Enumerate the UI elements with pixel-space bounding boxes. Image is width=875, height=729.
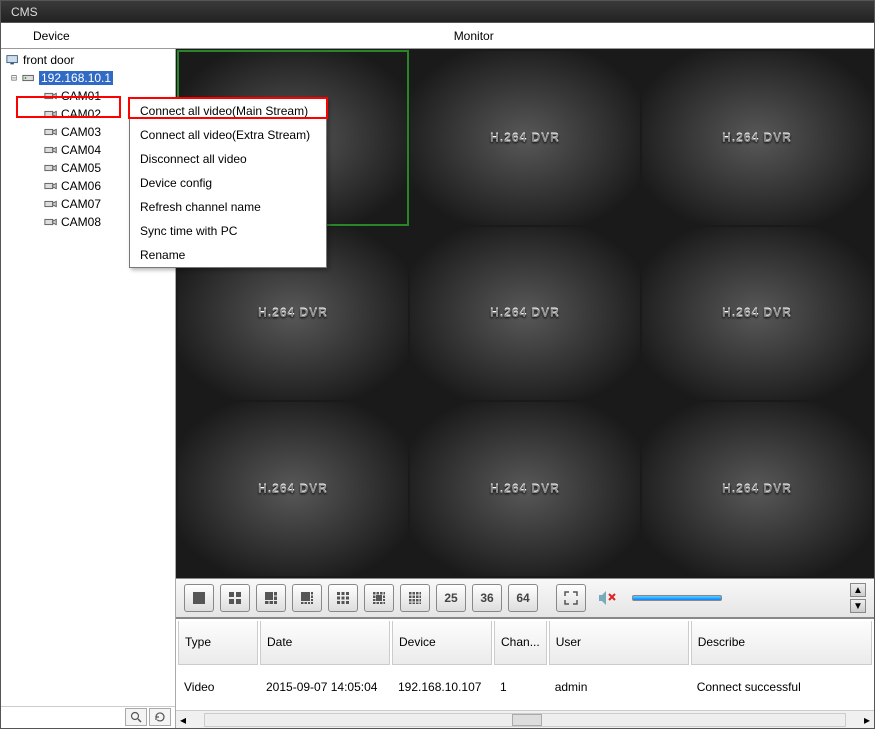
scroll-arrows: ▲ ▼: [850, 583, 866, 613]
col-type[interactable]: Type: [178, 621, 258, 665]
video-cell[interactable]: H.264 DVR: [410, 227, 640, 401]
scroll-down-button[interactable]: ▼: [850, 599, 866, 613]
fullscreen-button[interactable]: [556, 584, 586, 612]
col-describe[interactable]: Describe: [691, 621, 872, 665]
layout-36-button[interactable]: 36: [472, 584, 502, 612]
titlebar: CMS: [1, 1, 874, 23]
monitor-icon: [5, 53, 21, 67]
search-button[interactable]: [125, 708, 147, 726]
camera-icon: [43, 125, 59, 139]
main-area: front door ⊟ 192.168.10.1 CAM01 CAM02 CAM0…: [1, 49, 874, 728]
video-cell[interactable]: H.264 DVR: [178, 402, 408, 576]
layout-toolbar: 25 36 64 ▲ ▼: [176, 578, 874, 618]
window-title: CMS: [11, 5, 38, 19]
layout-9-button[interactable]: [328, 584, 358, 612]
video-cell[interactable]: H.264 DVR: [642, 227, 872, 401]
layout-6-button[interactable]: [256, 584, 286, 612]
col-date[interactable]: Date: [260, 621, 390, 665]
context-menu-item[interactable]: Disconnect all video: [130, 147, 326, 171]
tree-ip-label: 192.168.10.1: [39, 71, 113, 85]
sidebar-toolbar: [1, 706, 175, 728]
log-panel: Type Date Device Chan... User Describe V…: [176, 618, 874, 728]
context-menu: Connect all video(Main Stream)Connect al…: [129, 98, 327, 268]
log-row[interactable]: Video 2015-09-07 14:05:04 192.168.10.107…: [178, 667, 872, 708]
layout-4-button[interactable]: [220, 584, 250, 612]
layout-1-button[interactable]: [184, 584, 214, 612]
layout-64-button[interactable]: 64: [508, 584, 538, 612]
camera-icon: [43, 143, 59, 157]
log-table: Type Date Device Chan... User Describe V…: [176, 619, 874, 710]
scroll-up-button[interactable]: ▲: [850, 583, 866, 597]
layout-13-button[interactable]: [364, 584, 394, 612]
camera-icon: [43, 197, 59, 211]
video-cell[interactable]: H.264 DVR: [410, 402, 640, 576]
camera-icon: [43, 89, 59, 103]
context-menu-item[interactable]: Rename: [130, 243, 326, 267]
tree-root[interactable]: front door: [3, 51, 173, 69]
video-cell[interactable]: H.264 DVR: [410, 51, 640, 225]
tree-root-label: front door: [23, 53, 74, 67]
cam-label: CAM01: [61, 89, 101, 103]
cam-label: CAM05: [61, 161, 101, 175]
cam-label: CAM07: [61, 197, 101, 211]
layout-16-button[interactable]: [400, 584, 430, 612]
col-user[interactable]: User: [549, 621, 689, 665]
cam-label: CAM08: [61, 215, 101, 229]
camera-icon: [43, 179, 59, 193]
camera-icon: [43, 215, 59, 229]
video-cell[interactable]: H.264 DVR: [642, 402, 872, 576]
cam-label: CAM06: [61, 179, 101, 193]
context-menu-item[interactable]: Refresh channel name: [130, 195, 326, 219]
device-icon: [21, 71, 37, 85]
app-window: CMS Device Monitor right click IP to sel…: [0, 0, 875, 729]
layout-8-button[interactable]: [292, 584, 322, 612]
log-h-scrollbar[interactable]: ◂ ▸: [176, 710, 874, 728]
context-menu-item[interactable]: Device config: [130, 171, 326, 195]
log-header-row: Type Date Device Chan... User Describe: [178, 621, 872, 665]
context-menu-item[interactable]: Connect all video(Extra Stream): [130, 123, 326, 147]
camera-icon: [43, 161, 59, 175]
camera-icon: [43, 107, 59, 121]
cam-label: CAM02: [61, 107, 101, 121]
tree-ip-row[interactable]: ⊟ 192.168.10.1: [3, 69, 173, 87]
menu-monitor[interactable]: Monitor: [432, 25, 516, 47]
layout-25-button[interactable]: 25: [436, 584, 466, 612]
context-menu-item[interactable]: Connect all video(Main Stream): [130, 99, 326, 123]
menubar: Device Monitor right click IP to select …: [1, 23, 874, 49]
context-menu-item[interactable]: Sync time with PC: [130, 219, 326, 243]
col-channel[interactable]: Chan...: [494, 621, 547, 665]
volume-slider[interactable]: [632, 595, 722, 601]
cam-label: CAM03: [61, 125, 101, 139]
volume-mute-button[interactable]: [592, 584, 622, 612]
col-device[interactable]: Device: [392, 621, 492, 665]
menu-device[interactable]: Device: [11, 25, 92, 47]
video-cell[interactable]: H.264 DVR: [642, 51, 872, 225]
cam-label: CAM04: [61, 143, 101, 157]
expand-icon[interactable]: ⊟: [11, 73, 21, 84]
refresh-button[interactable]: [149, 708, 171, 726]
